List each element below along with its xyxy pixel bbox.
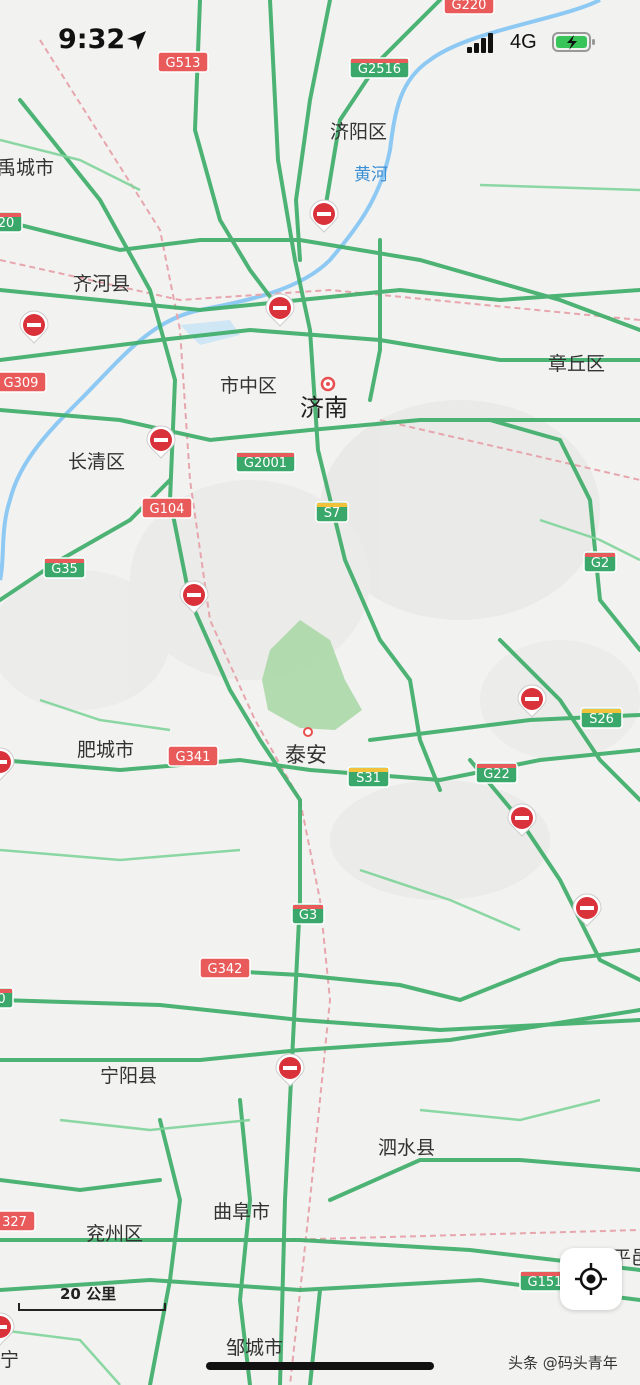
highway-shield-g309: G309 bbox=[0, 371, 47, 393]
highway-label-x0: 0 bbox=[0, 992, 6, 1007]
highway-label-g35: G35 bbox=[51, 562, 78, 577]
locate-me-button[interactable] bbox=[560, 1248, 622, 1310]
highway-shield-g341: G341 bbox=[167, 745, 219, 767]
place-shizhong: 市中区 bbox=[220, 375, 277, 397]
highway-label-g2: G2 bbox=[591, 556, 609, 571]
status-time: 9:32 bbox=[58, 24, 126, 55]
road-closure-icon[interactable] bbox=[0, 747, 15, 781]
highway-label-s7: S7 bbox=[324, 506, 341, 521]
place-zoucheng: 邹城市 bbox=[226, 1337, 283, 1359]
home-indicator[interactable] bbox=[206, 1362, 434, 1370]
crosshair-icon bbox=[575, 1263, 607, 1295]
road-closure-icon[interactable] bbox=[265, 293, 295, 327]
highway-label-g309: G309 bbox=[4, 376, 39, 391]
place-jiyang: 济阳区 bbox=[330, 121, 387, 143]
status-bar: 9:32 4G bbox=[0, 0, 640, 86]
road-closure-icon[interactable] bbox=[572, 893, 602, 927]
place-sishui: 泗水县 bbox=[378, 1137, 435, 1159]
highway-label-x20: 20 bbox=[0, 216, 14, 231]
highway-shield-s26: S26 bbox=[580, 707, 623, 729]
highway-shield-g104: G104 bbox=[141, 497, 193, 519]
highway-shield-x20: 20 bbox=[0, 211, 23, 233]
road-closure-icon[interactable] bbox=[0, 1312, 15, 1346]
highway-label-s26: S26 bbox=[589, 712, 614, 727]
map-scale: 20 公里 bbox=[18, 1283, 168, 1313]
highway-shield-x0: 0 bbox=[0, 987, 14, 1009]
place-qufu: 曲阜市 bbox=[213, 1201, 270, 1223]
highway-shield-g3: G3 bbox=[291, 903, 325, 925]
place-taian: 泰安 bbox=[285, 743, 327, 767]
highway-label-s31: S31 bbox=[356, 771, 381, 786]
highway-label-g342: G342 bbox=[208, 962, 243, 977]
road-closure-icon[interactable] bbox=[309, 199, 339, 233]
signal-bars-icon bbox=[467, 33, 493, 53]
place-jinan: 济南 bbox=[300, 394, 348, 422]
highway-label-g3: G3 bbox=[299, 908, 317, 923]
highway-shield-s31: S31 bbox=[347, 766, 390, 788]
place-ningyang: 宁阳县 bbox=[100, 1065, 157, 1087]
place-yucheng: 禹城市 bbox=[0, 157, 54, 179]
place-zhangqiu: 章丘区 bbox=[548, 353, 605, 375]
highway-shield-g22: G22 bbox=[475, 762, 518, 784]
highway-shield-g2001: G2001 bbox=[235, 451, 296, 473]
highway-label-g22: G22 bbox=[483, 767, 510, 782]
watermark: 头条 @码头青年 bbox=[508, 1354, 618, 1372]
highway-shield-s7: S7 bbox=[315, 501, 349, 523]
place-changqing: 长清区 bbox=[68, 451, 125, 473]
scale-bar bbox=[18, 1303, 166, 1311]
battery-charging-icon bbox=[552, 32, 595, 52]
road-closure-icon[interactable] bbox=[275, 1053, 305, 1087]
location-arrow-icon bbox=[127, 31, 146, 50]
scale-label: 20 公里 bbox=[60, 1285, 117, 1303]
highway-label-g2001: G2001 bbox=[244, 456, 287, 471]
road-closure-icon[interactable] bbox=[19, 310, 49, 344]
place-ning-partial: 宁 bbox=[0, 1349, 19, 1371]
place-qihe: 齐河县 bbox=[73, 273, 130, 295]
highway-shield-g2: G2 bbox=[583, 551, 617, 573]
place-yanzhou: 兖州区 bbox=[86, 1223, 143, 1245]
highway-shield-g327: 327 bbox=[0, 1210, 36, 1232]
network-type: 4G bbox=[510, 31, 537, 53]
place-feicheng: 肥城市 bbox=[77, 739, 134, 761]
highway-label-g327: 327 bbox=[2, 1215, 27, 1230]
highway-label-g104: G104 bbox=[150, 502, 185, 517]
highway-label-g341: G341 bbox=[176, 750, 211, 765]
highway-shield-g35: G35 bbox=[43, 557, 86, 579]
highway-label-g151: G151 bbox=[528, 1275, 563, 1290]
river-label: 黄河 bbox=[354, 165, 388, 185]
highway-shield-g342: G342 bbox=[199, 957, 251, 979]
map-canvas[interactable]: 黄河 济阳区 禹城市 齐河县 市中区 济南 章丘区 长清区 肥城市 泰安 宁阳县… bbox=[0, 0, 640, 1385]
